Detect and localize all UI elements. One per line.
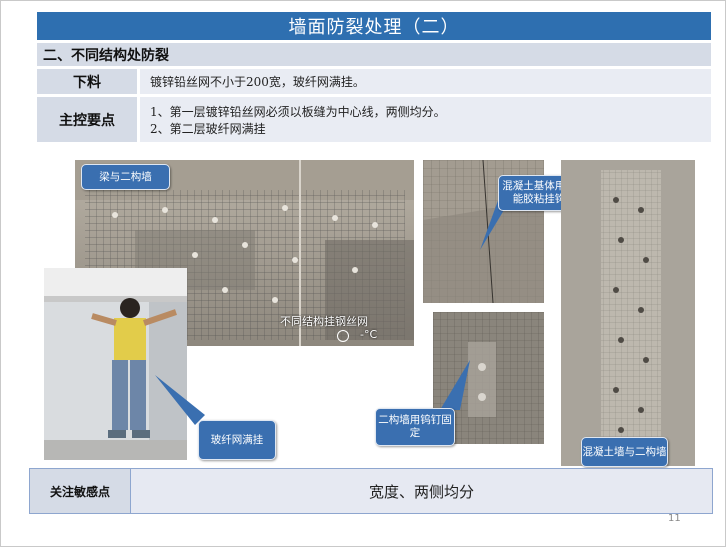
section-heading: 二、不同结构处防裂 [37,43,711,66]
table-row-material: 下料 镀锌铅丝网不小于200宽，玻纤网满挂。 [37,69,711,94]
key-point-2: 2、第二层玻纤网满挂 [150,121,266,136]
row-content-material: 镀锌铅丝网不小于200宽，玻纤网满挂。 [140,69,711,94]
photo-caption: 不同结构挂钢丝网 [280,315,368,328]
tall-wall-image [561,160,695,466]
photo-worker-fiber-mesh [44,268,187,460]
focus-label: 关注敏感点 [30,469,131,513]
photo-tall-wall [561,160,695,466]
row-text-material: 镀锌铅丝网不小于200宽，玻纤网满挂。 [150,75,365,89]
callout-nail-fix: 二构墙用钨钉固定 [375,408,455,446]
slide: 墙面防裂处理（二） 二、不同结构处防裂 下料 镀锌铅丝网不小于200宽，玻纤网满… [0,0,726,547]
weather-sun-icon [337,330,349,342]
row-content-key-points: 1、第一层镀锌铅丝网必须以板缝为中心线，两侧均分。 2、第二层玻纤网满挂 [140,97,711,142]
slide-title: 墙面防裂处理（二） [37,12,711,40]
focus-content: 宽度、两侧均分 [131,469,712,513]
callout-worker: 玻纤网满挂 [198,420,276,460]
row-label-key-points: 主控要点 [37,97,137,142]
page-number: 11 [668,513,681,524]
table-row-key-points: 主控要点 1、第一层镀锌铅丝网必须以板缝为中心线，两侧均分。 2、第二层玻纤网满… [37,97,711,142]
weather-temperature: -°C [360,328,378,341]
callout-tall-wall: 混凝土墙与二构墙 [581,437,668,467]
worker-image [44,268,187,460]
row-label-material: 下料 [37,69,137,94]
focus-points-table: 关注敏感点 宽度、两侧均分 [29,468,713,514]
key-point-1: 1、第一层镀锌铅丝网必须以板缝为中心线，两侧均分。 [150,104,446,119]
callout-beam-wall: 梁与二构墙 [81,164,170,190]
